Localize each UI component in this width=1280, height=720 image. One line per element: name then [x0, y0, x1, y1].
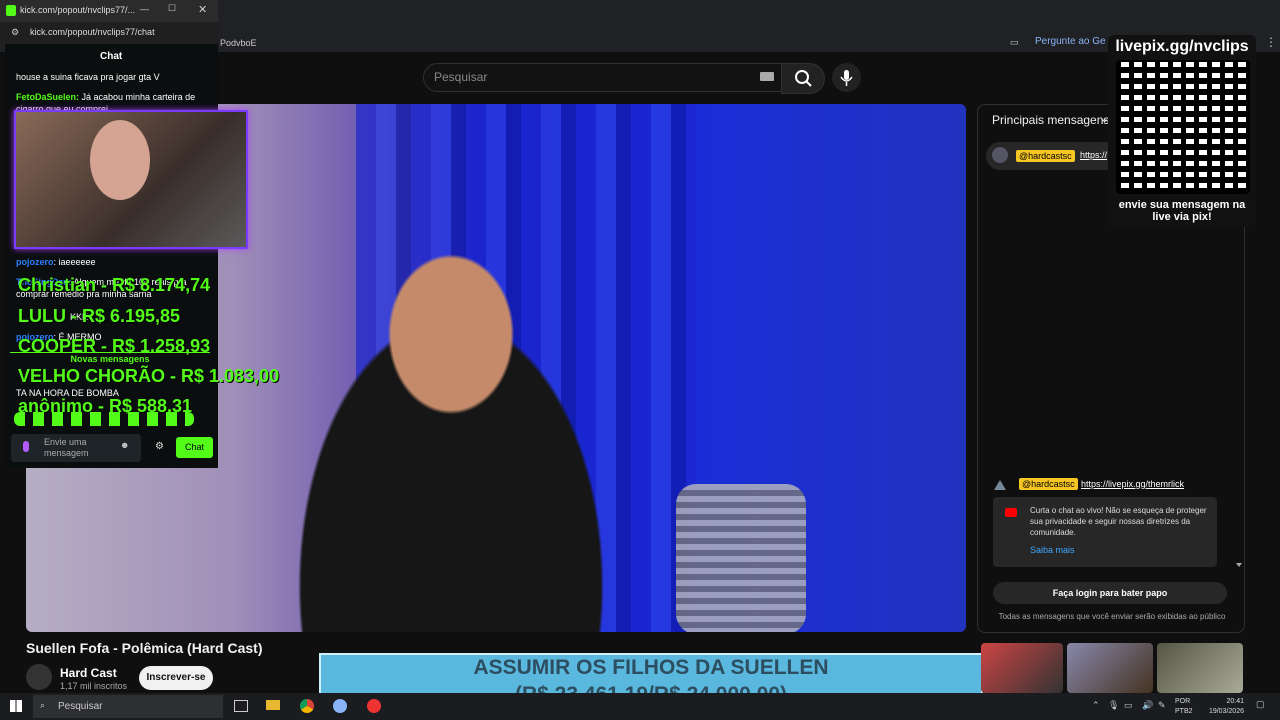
message-author-tag: @hardcastsc: [1019, 478, 1078, 490]
chat-message: pojozero: iaeeeeee: [16, 256, 211, 268]
chrome-app-icon[interactable]: [333, 699, 347, 713]
chat-footer-text: Todas as mensagens que você enviar serão…: [998, 612, 1226, 621]
kick-window-title: kick.com/popout/nvclips77/...: [20, 5, 136, 15]
kick-url[interactable]: kick.com/popout/nvclips77/chat: [30, 27, 155, 37]
subscriber-count: 1,17 mil inscritos: [60, 681, 128, 691]
chat-mode-dropdown[interactable]: Principais mensagens: [992, 113, 1109, 127]
pinned-author-tag: @hardcastsc: [1016, 150, 1075, 162]
goal-title: ASSUMIR OS FILHOS DA SUELLEN: [473, 656, 829, 679]
tray-expand-icon[interactable]: ⌃: [1092, 700, 1100, 711]
keyboard-icon[interactable]: [760, 72, 774, 81]
volume-icon[interactable]: 🔊: [1142, 700, 1153, 711]
emote-bar[interactable]: [14, 412, 194, 426]
input-language[interactable]: POR PTB2: [1175, 697, 1193, 717]
chrome-icon[interactable]: [300, 699, 314, 713]
pinned-link[interactable]: https://: [1080, 150, 1107, 160]
gear-icon[interactable]: ⚙: [155, 441, 164, 452]
donor-entry: Christian - R$ 8.174,74: [18, 275, 211, 295]
chat-message: house a suina ficava pra jogar gta V: [16, 72, 160, 82]
learn-more-link[interactable]: Saiba mais: [1030, 545, 1075, 555]
menu-icon[interactable]: ⋮: [1265, 35, 1277, 49]
youtube-icon: [1005, 508, 1017, 517]
send-chat-button[interactable]: Chat: [176, 437, 213, 458]
scroll-down-icon[interactable]: [1236, 563, 1242, 567]
emoji-icon[interactable]: ☻: [120, 440, 129, 450]
kick-logo-icon: [6, 5, 16, 16]
pen-icon[interactable]: ✎: [1158, 700, 1166, 711]
clock-time: 20:41: [1226, 698, 1244, 705]
video-chair: [676, 484, 806, 632]
taskbar-clock[interactable]: 20:41 19/03/2026: [1200, 697, 1244, 717]
voice-search-button[interactable]: [832, 63, 861, 92]
video-subject: [216, 174, 686, 632]
new-messages-divider[interactable]: Novas mensagens: [10, 352, 210, 365]
microphone-icon[interactable]: 🎙: [1108, 700, 1119, 711]
qr-caption: envie sua mensagem na live via pix!: [1118, 199, 1246, 223]
network-icon[interactable]: ▭: [1124, 700, 1133, 711]
qr-code: [1116, 60, 1250, 194]
search-placeholder: Pesquisar: [434, 70, 488, 84]
search-icon: [795, 70, 812, 87]
site-settings-icon[interactable]: ⚙: [11, 27, 19, 38]
channel-name[interactable]: Hard Cast: [60, 666, 117, 680]
clock-date: 19/03/2026: [1208, 708, 1244, 715]
keyboard-layout: PTB2: [1175, 708, 1193, 715]
message-link[interactable]: https://livepix.gg/themrlick: [1081, 479, 1184, 489]
login-to-chat-button[interactable]: Faça login para bater papo: [993, 582, 1227, 604]
microphone-icon[interactable]: [23, 441, 29, 452]
recommended-thumbnail[interactable]: [1157, 643, 1243, 693]
avatar: [992, 478, 1008, 492]
livepix-url: livepix.gg/nvclips: [1115, 38, 1249, 55]
recommended-thumbnail[interactable]: [1067, 643, 1153, 693]
input-placeholder: Envie uma mensagem: [44, 437, 89, 458]
kick-chat-header: Chat: [100, 51, 123, 62]
gemini-button[interactable]: Pergunte ao Ge: [1035, 36, 1106, 47]
microphone-icon: [840, 70, 853, 86]
donor-entry: VELHO CHORÃO - R$ 1.083,00: [18, 366, 280, 386]
search-button[interactable]: [781, 63, 825, 94]
app-icon[interactable]: [367, 699, 381, 713]
taskbar-search-placeholder: Pesquisar: [58, 701, 103, 712]
video-title: Suellen Fofa - Polêmica (Hard Cast): [26, 640, 263, 656]
notice-text: Curta o chat ao vivo! Não se esqueça de …: [1030, 506, 1207, 537]
tab-title[interactable]: PodvboE: [220, 38, 257, 48]
language-code: POR: [1175, 698, 1191, 705]
file-explorer-icon[interactable]: [266, 700, 280, 710]
webcam-person: [90, 120, 150, 200]
close-icon[interactable]: ✕: [198, 3, 207, 16]
chat-text: : iaeeeeee: [53, 257, 96, 267]
channel-avatar[interactable]: [26, 664, 52, 690]
recommended-thumbnail[interactable]: [981, 643, 1063, 693]
avatar: [992, 147, 1008, 163]
windows-start-icon[interactable]: [10, 700, 22, 712]
chat-username[interactable]: pojozero: [16, 257, 54, 267]
maximize-icon[interactable]: ☐: [168, 3, 176, 14]
subscribe-button[interactable]: Inscrever-se: [139, 666, 213, 690]
donor-entry: LULU - R$ 6.195,85: [18, 306, 181, 326]
minimize-icon[interactable]: —: [140, 4, 149, 14]
chat-username[interactable]: FetoDaSuelen:: [16, 92, 79, 102]
notifications-icon[interactable]: ▢: [1256, 699, 1265, 710]
task-view-icon[interactable]: [234, 700, 248, 712]
search-icon: ⌕: [40, 700, 46, 710]
cast-icon[interactable]: ▭: [1010, 37, 1019, 48]
